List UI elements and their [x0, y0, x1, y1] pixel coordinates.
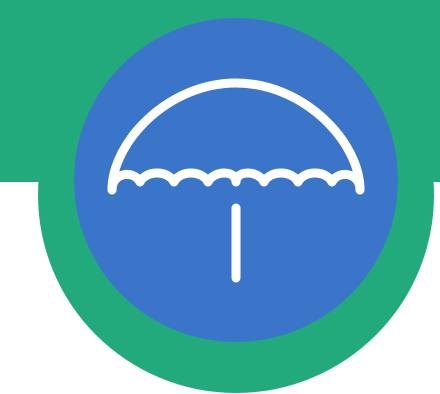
umbrella-badge-graphic	[0, 0, 440, 393]
insurance-badge	[0, 0, 440, 394]
